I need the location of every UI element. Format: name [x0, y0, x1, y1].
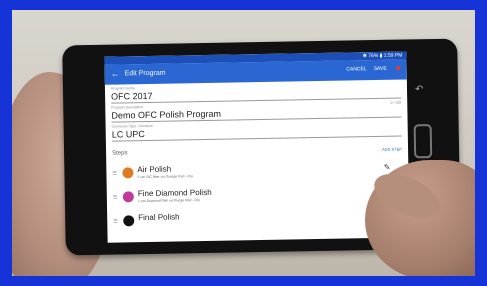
page-title: Edit Program	[124, 69, 166, 78]
char-counter: 0 / 100	[390, 100, 402, 105]
step-name: Final Polish	[138, 212, 180, 223]
photo-frame: ↶ ✱ 76% ▮ 1:59 PM ← Edit Program CANCEL …	[12, 10, 475, 276]
step-description: 1 um Diamond Film on Purple Pad - Dry	[137, 198, 201, 204]
drag-handle-icon[interactable]: ☰	[112, 171, 117, 177]
edit-pencil-icon[interactable]: ✎	[384, 163, 391, 172]
step-name: Fine Diamond Polish	[137, 187, 212, 199]
step-color-dot	[122, 191, 134, 203]
step-color-dot	[123, 215, 135, 227]
drag-handle-icon[interactable]: ☰	[113, 195, 118, 201]
save-button[interactable]: SAVE	[374, 66, 387, 72]
add-step-button[interactable]: ADD STEP	[382, 147, 402, 152]
step-description: 5 um SiC fiber on Orange Pad - Dry	[137, 174, 193, 180]
connector-type-field[interactable]: Connector Type / Interface LC UPC	[106, 117, 408, 142]
home-button[interactable]	[413, 124, 433, 159]
delete-icon[interactable]: ■	[396, 64, 401, 73]
back-arrow-icon[interactable]: ←	[111, 68, 120, 78]
back-key-icon[interactable]: ↶	[415, 84, 424, 95]
drag-handle-icon[interactable]: ☰	[113, 219, 118, 225]
tablet-screen: ✱ 76% ▮ 1:59 PM ← Edit Program CANCEL SA…	[104, 51, 410, 243]
steps-label: Steps	[112, 150, 128, 157]
step-color-dot	[122, 167, 134, 179]
cancel-button[interactable]: CANCEL	[346, 66, 366, 72]
step-name: Air Polish	[137, 164, 172, 175]
